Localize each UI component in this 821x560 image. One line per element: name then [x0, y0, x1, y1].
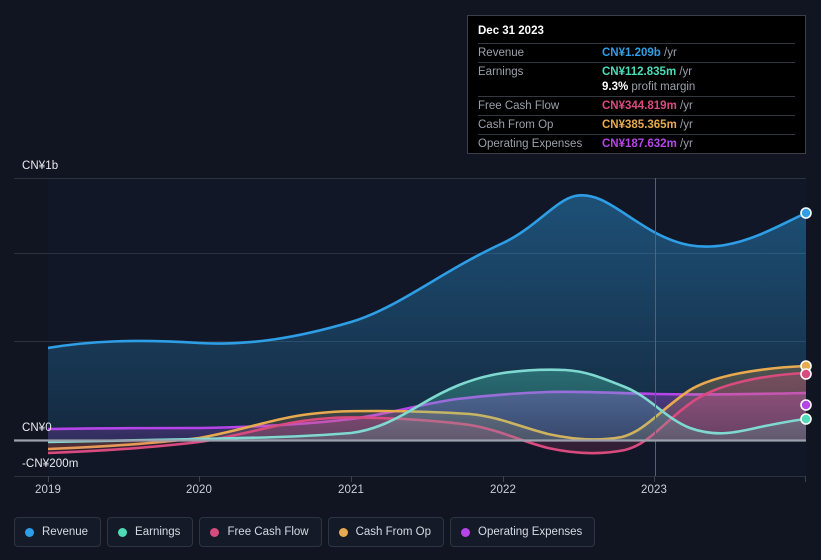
tooltip-value-free-cash-flow: CN¥344.819m /yr: [602, 96, 795, 116]
endpoint-operating-expenses[interactable]: [800, 399, 812, 411]
tooltip-amount-operating-expenses: CN¥187.632m: [602, 138, 677, 150]
tooltip-key-operating-expenses: Operating Expenses: [478, 134, 602, 153]
legend-dot-earnings-icon: [118, 527, 128, 537]
legend-label-cash-from-op: Cash From Op: [355, 526, 432, 538]
tooltip-amount-earnings: CN¥112.835m: [602, 66, 677, 78]
legend-dot-operating-expenses-icon: [461, 527, 471, 537]
y-axis-label-neg200m: -CN¥200m: [22, 458, 79, 470]
legend-label-revenue: Revenue: [42, 526, 89, 538]
tooltip-table: Revenue CN¥1.209b /yr Earnings CN¥112.83…: [478, 43, 795, 153]
tooltip-key-earnings: Earnings: [478, 62, 602, 81]
tooltip-amount-revenue: CN¥1.209b: [602, 47, 661, 59]
tooltip-suffix-cash-from-op: /yr: [676, 119, 693, 131]
endpoint-free-cash-flow[interactable]: [800, 368, 812, 380]
tooltip-value-revenue: CN¥1.209b /yr: [602, 43, 795, 63]
legend-label-free-cash-flow: Free Cash Flow: [227, 526, 309, 538]
tooltip-key-revenue: Revenue: [478, 43, 602, 63]
tooltip-value-earnings: CN¥112.835m /yr: [602, 62, 795, 81]
legend-item-free-cash-flow[interactable]: Free Cash Flow: [199, 517, 322, 547]
tooltip-suffix-operating-expenses: /yr: [676, 138, 693, 150]
chart-tooltip: Dec 31 2023 Revenue CN¥1.209b /yr Earnin…: [467, 15, 806, 154]
tooltip-key-cash-from-op: Cash From Op: [478, 115, 602, 135]
legend-item-earnings[interactable]: Earnings: [107, 517, 194, 547]
legend-item-cash-from-op[interactable]: Cash From Op: [327, 517, 445, 547]
x-axis-label-2019: 2019: [35, 484, 61, 496]
y-axis-label-zero: CN¥0: [22, 422, 52, 434]
tooltip-value-profit-margin: 9.3% profit margin: [602, 81, 795, 97]
tooltip-row-profit-margin: 9.3% profit margin: [478, 81, 795, 97]
tooltip-row-cash-from-op: Cash From Op CN¥385.365m /yr: [478, 115, 795, 135]
tooltip-key-free-cash-flow: Free Cash Flow: [478, 96, 602, 116]
endpoint-earnings[interactable]: [800, 413, 812, 425]
legend-dot-revenue-icon: [25, 527, 34, 537]
tooltip-amount-cash-from-op: CN¥385.365m: [602, 119, 677, 131]
legend-label-operating-expenses: Operating Expenses: [478, 526, 583, 538]
legend-dot-free-cash-flow-icon: [210, 527, 220, 537]
legend-label-earnings: Earnings: [135, 526, 181, 538]
legend-item-operating-expenses[interactable]: Operating Expenses: [450, 517, 596, 547]
x-axis-label-2021: 2021: [338, 484, 364, 496]
tooltip-row-free-cash-flow: Free Cash Flow CN¥344.819m /yr: [478, 96, 795, 116]
tooltip-suffix-free-cash-flow: /yr: [676, 100, 693, 112]
tooltip-suffix-revenue: /yr: [660, 47, 677, 59]
tooltip-suffix-earnings: /yr: [676, 66, 693, 78]
tooltip-row-revenue: Revenue CN¥1.209b /yr: [478, 43, 795, 63]
endpoint-revenue[interactable]: [800, 207, 812, 219]
tooltip-key-profit-margin: [478, 81, 602, 97]
legend-item-revenue[interactable]: Revenue: [14, 517, 102, 547]
tooltip-amount-free-cash-flow: CN¥344.819m: [602, 100, 677, 112]
tooltip-value-cash-from-op: CN¥385.365m /yr: [602, 115, 795, 135]
financial-chart-widget: CN¥1b CN¥0 -CN¥200m 2019 2020 2021 2022 …: [0, 0, 821, 560]
tooltip-row-operating-expenses: Operating Expenses CN¥187.632m /yr: [478, 134, 795, 153]
tooltip-suffix-profit-margin: profit margin: [628, 81, 696, 93]
x-axis-label-2023: 2023: [641, 484, 667, 496]
tooltip-row-earnings: Earnings CN¥112.835m /yr: [478, 62, 795, 81]
legend-dot-cash-from-op-icon: [338, 527, 348, 537]
tooltip-value-operating-expenses: CN¥187.632m /yr: [602, 134, 795, 153]
tooltip-date: Dec 31 2023: [478, 25, 544, 37]
tooltip-amount-profit-margin: 9.3%: [602, 81, 629, 93]
x-axis-label-2022: 2022: [490, 484, 516, 496]
chart-legend: Revenue Earnings Free Cash Flow Cash Fro…: [14, 517, 596, 547]
x-axis-label-2020: 2020: [186, 484, 212, 496]
y-axis-label-1b: CN¥1b: [22, 160, 59, 172]
